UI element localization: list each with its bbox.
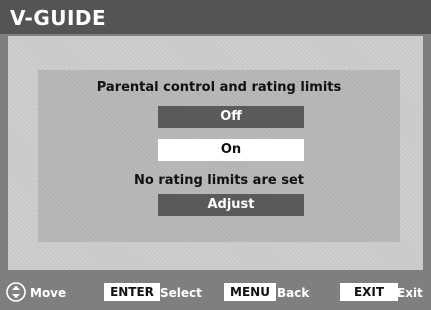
move-arrows-icon <box>6 282 26 302</box>
content-area: Parental control and rating limits Off O… <box>8 36 423 270</box>
off-option-button[interactable]: Off <box>158 106 304 128</box>
panel-heading: Parental control and rating limits <box>96 80 342 95</box>
page-title: V-GUIDE <box>10 6 107 30</box>
exit-hint-label: Exit <box>397 286 423 300</box>
adjust-button[interactable]: Adjust <box>158 194 304 216</box>
title-bar: V-GUIDE <box>0 0 431 34</box>
move-hint-label: Move <box>30 286 67 300</box>
on-option-button[interactable]: On <box>158 139 304 161</box>
bottom-bar: Move ENTER Select MENU Back EXIT Exit <box>0 272 431 310</box>
back-hint-label: Back <box>277 286 310 300</box>
exit-key-button[interactable]: EXIT <box>340 283 398 301</box>
parental-control-panel: Parental control and rating limits Off O… <box>38 70 400 242</box>
select-hint-label: Select <box>160 286 202 300</box>
enter-key-button[interactable]: ENTER <box>104 283 160 301</box>
rating-status-text: No rating limits are set <box>134 173 304 188</box>
menu-key-button[interactable]: MENU <box>224 283 276 301</box>
v-guide-screen: V-GUIDE Parental control and rating limi… <box>0 0 431 310</box>
